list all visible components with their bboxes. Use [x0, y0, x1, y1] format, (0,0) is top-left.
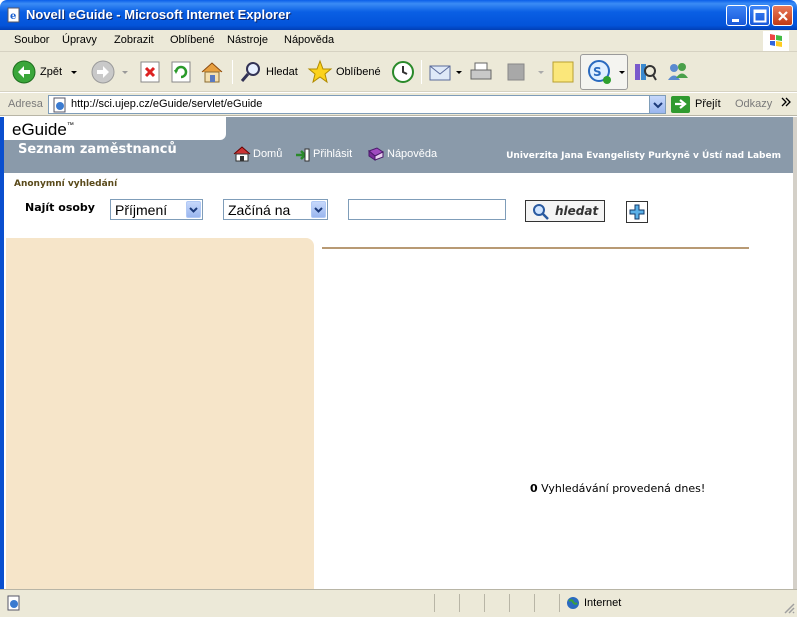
messenger-icon: S: [588, 60, 611, 84]
status-divider: [559, 594, 560, 612]
divider: [322, 247, 749, 249]
toolbar-separator: [421, 60, 422, 84]
menu-edit[interactable]: Úpravy: [62, 34, 97, 46]
mail-icon[interactable]: [428, 58, 454, 86]
toolbar: Zpět Hledat Oblíbené S: [0, 52, 797, 92]
search-stats: 0 Vyhledávání provedená dnes!: [530, 482, 705, 495]
ie-page-icon: e: [7, 7, 20, 23]
status-divider: [534, 594, 535, 612]
go-arrow-icon[interactable]: [671, 96, 691, 114]
minimize-button[interactable]: [726, 5, 747, 26]
address-dropdown-button[interactable]: [649, 96, 665, 113]
home-icon[interactable]: [199, 58, 225, 86]
field-select-arrow[interactable]: [186, 201, 201, 218]
address-label: Adresa: [8, 98, 43, 110]
address-field[interactable]: http://sci.ujep.cz/eGuide/servlet/eGuide: [48, 95, 666, 114]
mail-dropdown-icon[interactable]: [454, 58, 464, 86]
chevron-down-icon: [314, 207, 323, 213]
links-label[interactable]: Odkazy: [735, 98, 772, 110]
search-button[interactable]: hledat: [525, 200, 605, 222]
research-icon[interactable]: [632, 58, 658, 86]
back-dropdown-icon[interactable]: [69, 58, 79, 86]
logo-tab: eGuide™: [4, 117, 226, 140]
nav-help-link[interactable]: Nápověda: [387, 148, 437, 160]
eguide-logo: eGuide™: [12, 120, 74, 139]
favorites-label[interactable]: Oblíbené: [336, 66, 381, 78]
results-sidebar: [6, 238, 314, 589]
menu-help[interactable]: Nápověda: [284, 34, 334, 46]
menu-favorites[interactable]: Oblíbené: [170, 34, 215, 46]
menu-view[interactable]: Zobrazit: [114, 34, 154, 46]
condition-select[interactable]: Začíná na: [223, 199, 328, 220]
login-icon[interactable]: [293, 146, 311, 164]
status-bar: Internet: [0, 589, 797, 617]
search-count: 0: [530, 482, 538, 495]
resize-grip-icon[interactable]: [783, 602, 795, 614]
back-label[interactable]: Zpět: [40, 66, 62, 78]
maximize-button[interactable]: [749, 5, 770, 26]
window-frame: [793, 117, 797, 589]
status-divider: [434, 594, 435, 612]
contacts-icon[interactable]: [665, 58, 691, 86]
status-divider: [509, 594, 510, 612]
security-zone: Internet: [584, 597, 622, 609]
edit-icon[interactable]: [505, 58, 527, 86]
close-button[interactable]: [772, 5, 793, 26]
condition-select-value: Začíná na: [228, 202, 291, 218]
search-icon[interactable]: [238, 58, 264, 86]
go-button[interactable]: Přejít: [695, 98, 721, 110]
status-divider: [459, 594, 460, 612]
address-bar: Adresa http://sci.ujep.cz/eGuide/servlet…: [0, 93, 797, 116]
stop-icon[interactable]: [139, 58, 161, 86]
magnifier-icon: [533, 204, 549, 220]
status-divider: [484, 594, 485, 612]
page-status-icon: [7, 595, 20, 611]
chevron-down-icon: [653, 102, 663, 109]
eguide-header: eGuide™ Seznam zaměstnanců Domů Přihlási…: [4, 117, 793, 173]
find-people-label: Najít osoby: [25, 201, 95, 214]
condition-select-arrow[interactable]: [311, 201, 326, 218]
svg-text:e: e: [10, 11, 16, 22]
menu-bar: Soubor Úpravy Zobrazit Oblíbené Nástroje…: [0, 30, 797, 52]
print-icon[interactable]: [468, 58, 494, 86]
page-icon: [53, 97, 66, 113]
refresh-icon[interactable]: [170, 58, 192, 86]
edit-dropdown-icon[interactable]: [536, 58, 546, 86]
add-criteria-button[interactable]: [626, 201, 648, 223]
plus-icon: [629, 204, 645, 220]
home-icon[interactable]: [233, 146, 251, 162]
university-name: Univerzita Jana Evangelisty Purkyně v Ús…: [506, 151, 781, 161]
globe-icon: [567, 597, 579, 609]
forward-dropdown-icon[interactable]: [120, 58, 130, 86]
svg-text:S: S: [593, 65, 602, 79]
window-title: Novell eGuide - Microsoft Internet Explo…: [26, 7, 291, 22]
history-icon[interactable]: [390, 58, 416, 86]
page-title: Seznam zaměstnanců: [18, 142, 177, 157]
search-button-label: hledat: [555, 204, 599, 218]
messenger-dropdown-icon[interactable]: [617, 58, 627, 86]
menu-tools[interactable]: Nástroje: [227, 34, 268, 46]
favorites-star-icon[interactable]: [307, 58, 333, 86]
search-label[interactable]: Hledat: [266, 66, 298, 78]
nav-home-link[interactable]: Domů: [253, 148, 282, 160]
page-content: eGuide™ Seznam zaměstnanců Domů Přihlási…: [4, 117, 793, 589]
title-bar: e Novell eGuide - Microsoft Internet Exp…: [0, 0, 797, 30]
anonymous-search-label: Anonymní vyhledání: [14, 179, 118, 189]
help-book-icon[interactable]: [367, 146, 385, 162]
address-url[interactable]: http://sci.ujep.cz/eGuide/servlet/eGuide: [71, 98, 262, 110]
search-stats-text: Vyhledávání provedená dnes!: [541, 482, 706, 495]
note-icon[interactable]: [551, 58, 575, 86]
windows-flag-icon: [763, 31, 789, 51]
field-select[interactable]: Příjmení: [110, 199, 203, 220]
forward-arrow-icon[interactable]: [91, 58, 117, 86]
chevron-down-icon: [189, 207, 198, 213]
search-input[interactable]: [348, 199, 506, 220]
toolbar-separator: [232, 60, 233, 84]
chevron-right-icon[interactable]: [780, 96, 792, 108]
menu-file[interactable]: Soubor: [14, 34, 49, 46]
field-select-value: Příjmení: [115, 202, 168, 218]
nav-login-link[interactable]: Přihlásit: [313, 148, 352, 160]
back-arrow-icon[interactable]: [12, 58, 38, 86]
